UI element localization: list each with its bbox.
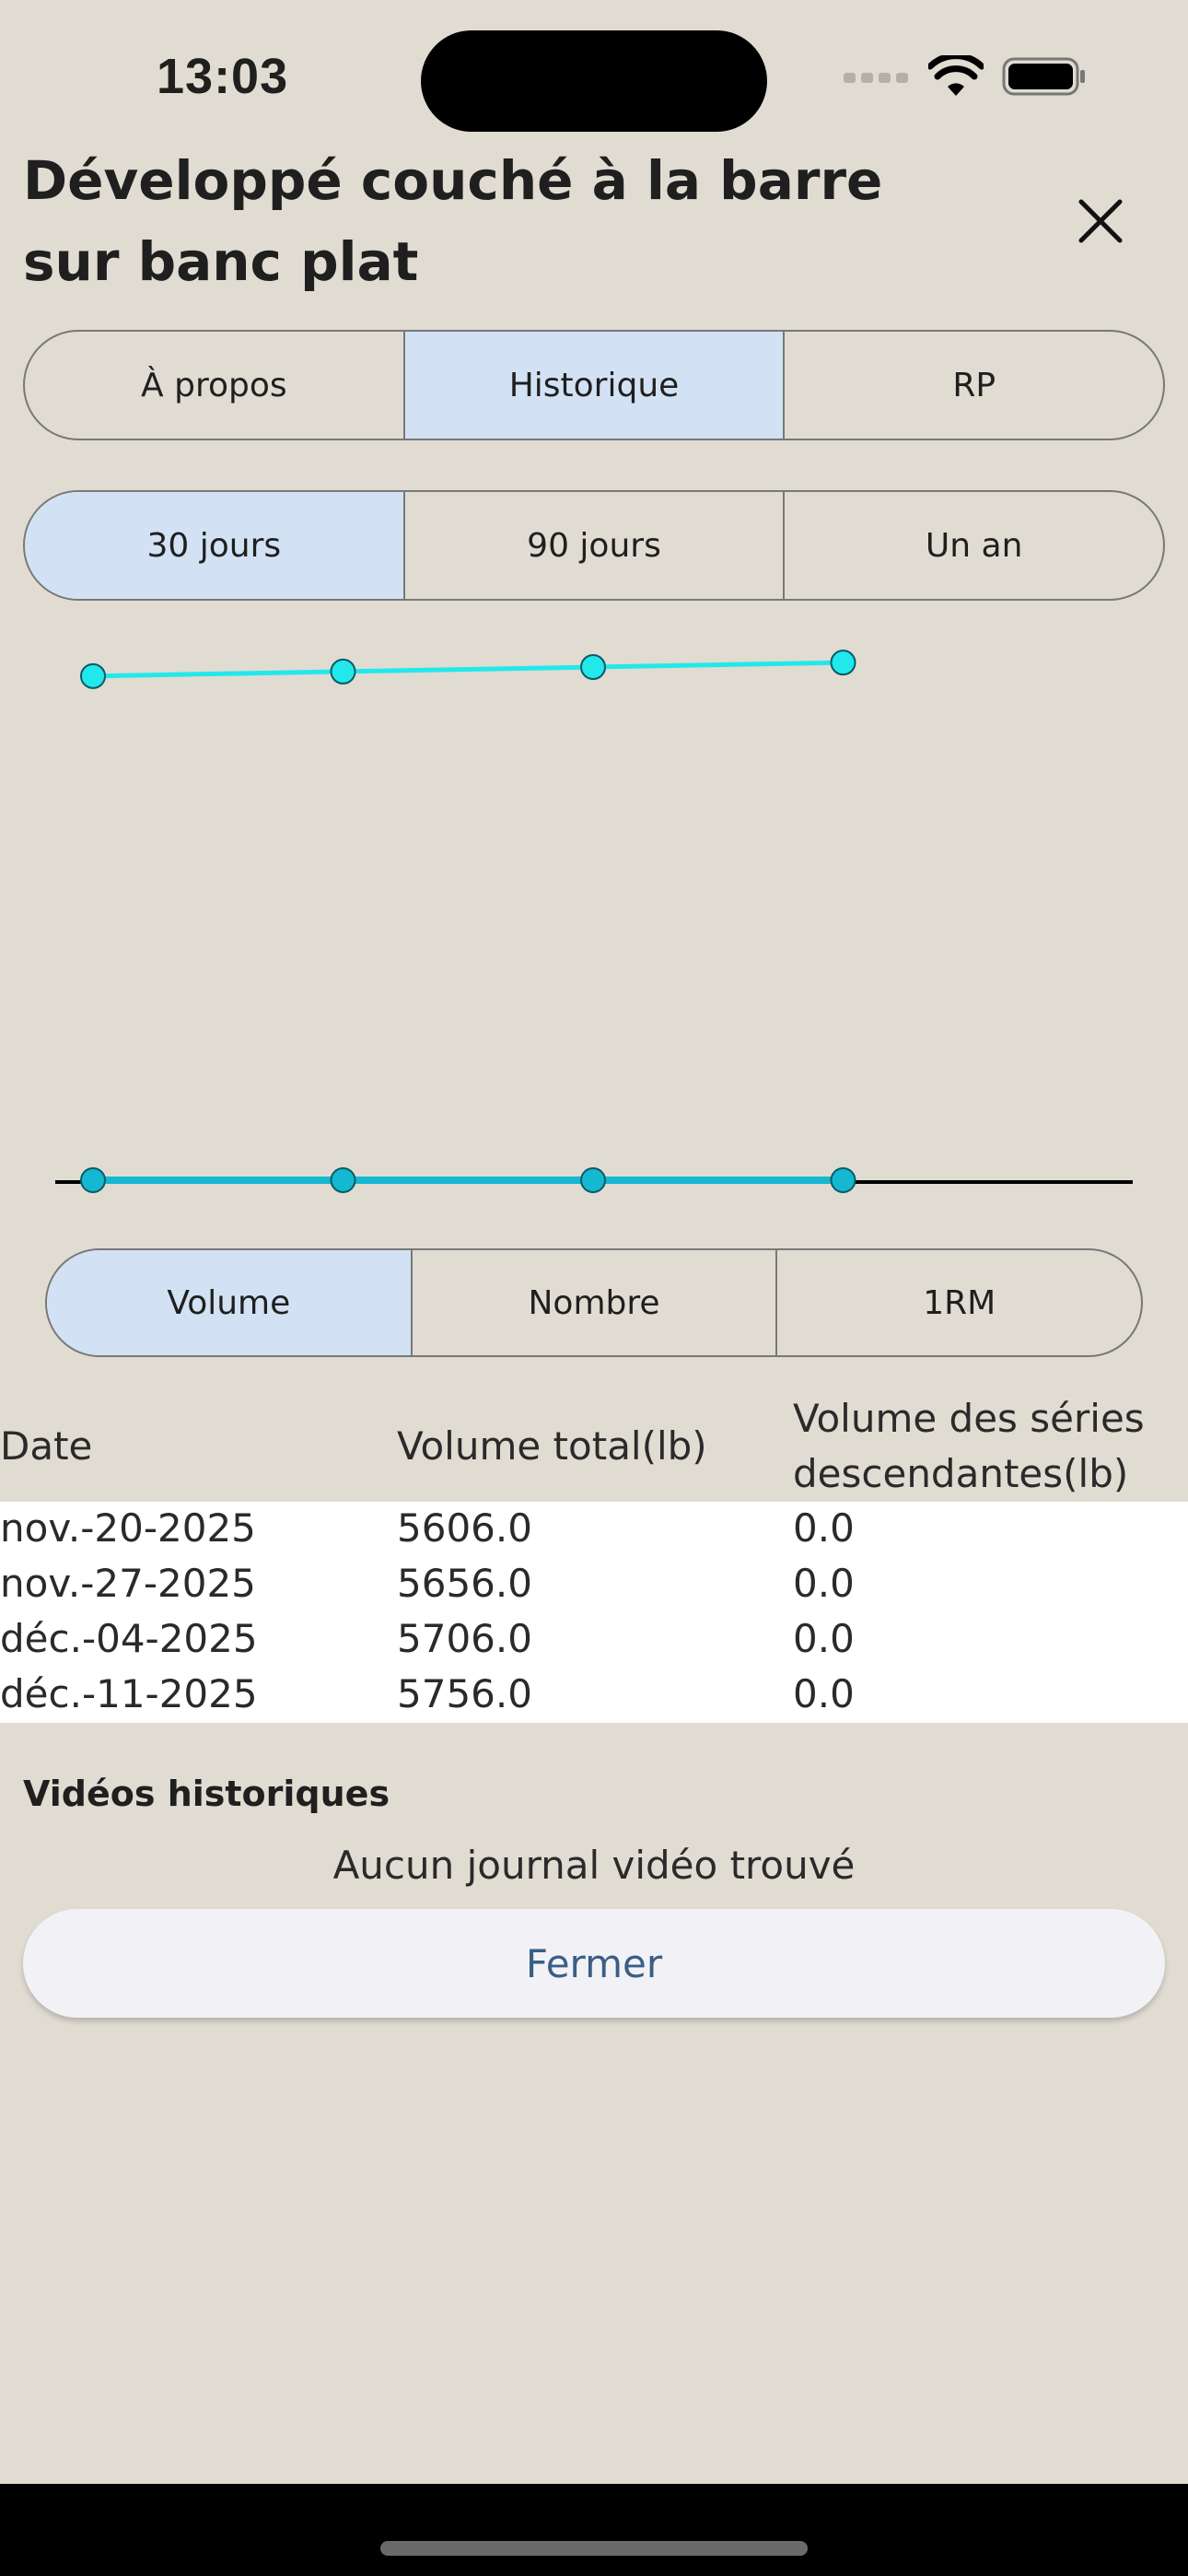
close-button[interactable] [1068,189,1133,253]
cell-dropset-volume: 0.0 [793,1561,855,1606]
status-time: 13:03 [157,49,289,104]
tab-about[interactable]: À propos [25,332,405,439]
cell-dropset-volume: 0.0 [793,1671,855,1716]
bottom-bar [0,2484,1188,2576]
cell-total-volume: 5656.0 [397,1561,532,1606]
metric-1rm[interactable]: 1RM [777,1250,1141,1355]
data-point[interactable] [580,654,606,681]
table-row: nov.-20-2025 5606.0 0.0 [0,1502,1188,1557]
data-point[interactable] [580,1167,606,1193]
column-dropset-volume-line1: Volume des séries [793,1396,1145,1441]
cell-dropset-volume: 0.0 [793,1616,855,1661]
no-video-message: Aucun journal vidéo trouvé [332,1843,856,1888]
range-30-days[interactable]: 30 jours [25,492,405,599]
cell-date: nov.-20-2025 [0,1505,256,1551]
tab-pr[interactable]: RP [785,332,1163,439]
close-sheet-button[interactable]: Fermer [23,1909,1165,2018]
signal-icon [844,73,908,83]
tab-history[interactable]: Historique [404,332,786,439]
history-chart [55,650,1133,1193]
series-line-0 [92,660,844,679]
status-bar: 13:03 [0,0,1188,147]
cell-date: déc.-11-2025 [0,1671,258,1716]
videos-section-title: Vidéos historiques [23,1774,390,1814]
table-row: nov.-27-2025 5656.0 0.0 [0,1557,1188,1612]
dynamic-island [421,30,767,132]
metric-count[interactable]: Nombre [413,1250,778,1355]
cell-dropset-volume: 0.0 [793,1505,855,1551]
cell-total-volume: 5706.0 [397,1616,532,1661]
column-total-volume: Volume total(lb) [397,1423,707,1469]
home-indicator [380,2541,808,2556]
table-row: déc.-11-2025 5756.0 0.0 [0,1668,1188,1723]
close-icon [1078,199,1123,243]
data-point[interactable] [330,1167,356,1193]
column-date: Date [0,1423,93,1469]
metric-selector: Volume Nombre 1RM [45,1248,1143,1357]
history-table: nov.-20-2025 5606.0 0.0 nov.-27-2025 565… [0,1502,1188,1723]
data-point[interactable] [80,1167,106,1193]
cell-total-volume: 5756.0 [397,1671,532,1716]
column-dropset-volume-line2: descendantes(lb) [793,1451,1129,1496]
cell-date: nov.-27-2025 [0,1561,256,1606]
cell-date: déc.-04-2025 [0,1616,258,1661]
table-row: déc.-04-2025 5706.0 0.0 [0,1612,1188,1668]
range-90-days[interactable]: 90 jours [405,492,786,599]
battery-icon [1002,57,1085,96]
metric-volume[interactable]: Volume [47,1250,413,1355]
range-one-year[interactable]: Un an [785,492,1163,599]
wifi-icon [928,55,984,96]
data-point[interactable] [330,658,356,685]
cell-total-volume: 5606.0 [397,1505,532,1551]
data-point[interactable] [80,662,106,689]
tab-bar: À propos Historique RP [23,330,1165,440]
range-selector: 30 jours 90 jours Un an [23,490,1165,601]
status-icons [844,55,1087,98]
data-point[interactable] [830,650,856,676]
page-title: Développé couché à la barre sur banc pla… [23,149,883,293]
table-header: Date Volume total(lb) Volume des séries … [0,1389,1188,1502]
data-point[interactable] [830,1167,856,1193]
